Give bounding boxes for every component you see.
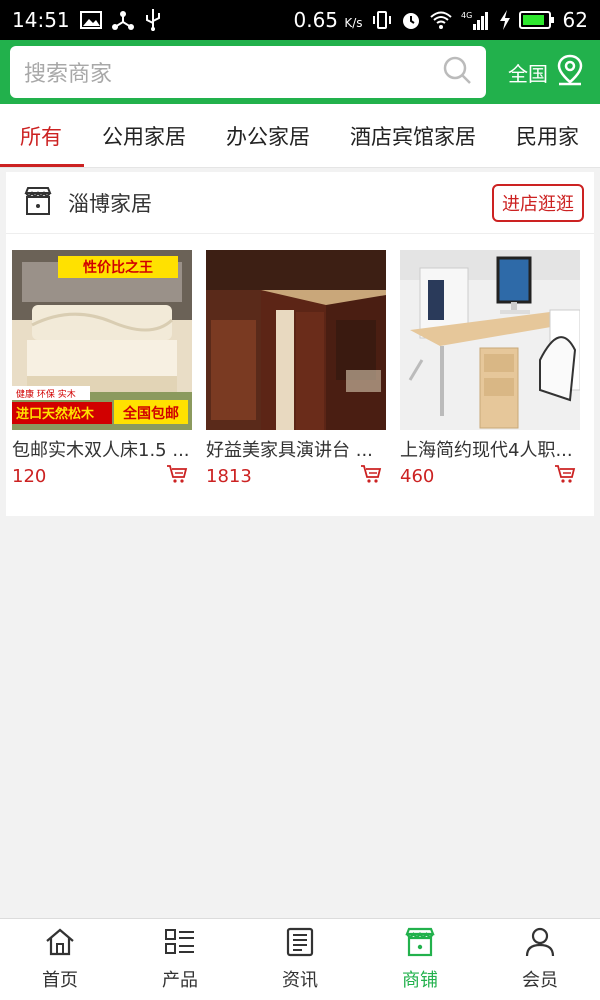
product-price: 460 [400, 465, 435, 487]
app-header: 搜索商家 全国 [0, 40, 600, 104]
store-icon [22, 185, 54, 221]
product-name: 上海简约现代4人职... [400, 440, 573, 461]
nav-products[interactable]: 产品 [120, 919, 240, 1000]
product-name: 包邮实木双人床1.5 ... [12, 440, 190, 461]
nav-shops[interactable]: 商铺 [360, 919, 480, 1000]
region-label: 全国 [508, 61, 548, 86]
add-to-cart-icon[interactable] [554, 464, 576, 488]
search-placeholder: 搜索商家 [24, 62, 113, 87]
user-icon [524, 927, 556, 962]
wifi-icon [429, 10, 453, 30]
product-name: 好益美家具演讲台 ... [206, 440, 373, 461]
search-input[interactable]: 搜索商家 [10, 46, 486, 98]
svg-text:进口天然松木: 进口天然松木 [16, 406, 95, 422]
add-to-cart-icon[interactable] [166, 464, 188, 488]
location-pin-icon [556, 54, 584, 91]
battery-level: 62 [562, 8, 588, 32]
status-time: 14:51 [12, 8, 70, 32]
product-image-bed[interactable]: 性价比之王 健康 环保 实木 进口天然松木 全国包邮 [12, 250, 192, 430]
tab-all[interactable]: 所有 [0, 104, 84, 167]
product-card[interactable]: 好益美家具演讲台 ... 1813 [206, 250, 386, 488]
nav-member[interactable]: 会员 [480, 919, 600, 1000]
product-image-podium[interactable] [206, 250, 386, 430]
region-selector[interactable]: 全国 [508, 54, 590, 91]
shop-icon [404, 927, 436, 962]
status-bar: 14:51 0.65 K/s 4G 62 [0, 0, 600, 40]
category-tabs: 所有 公用家居 办公家居 酒店宾馆家居 民用家 [0, 104, 600, 168]
product-price: 1813 [206, 465, 252, 487]
nav-news[interactable]: 资讯 [240, 919, 360, 1000]
tab-public-furniture[interactable]: 公用家居 [82, 104, 206, 167]
nav-home-label: 首页 [42, 970, 78, 991]
shop-header: 淄博家居 进店逛逛 [6, 172, 594, 234]
charging-icon [499, 10, 511, 30]
image-icon [79, 11, 102, 29]
nav-news-label: 资讯 [282, 970, 318, 991]
usb-icon [144, 9, 162, 31]
svg-text:健康 环保 实木: 健康 环保 实木 [16, 388, 76, 400]
nav-shops-label: 商铺 [402, 970, 438, 991]
bottom-nav: 首页 产品 资讯 商铺 会员 [0, 918, 600, 1000]
tab-home-furniture[interactable]: 民用家 [496, 104, 599, 167]
svg-text:全国包邮: 全国包邮 [122, 405, 179, 422]
product-image-desk[interactable] [400, 250, 580, 430]
product-price: 120 [12, 465, 47, 487]
product-card[interactable]: 上海简约现代4人职... 460 [400, 250, 580, 488]
nav-products-label: 产品 [162, 970, 198, 991]
alarm-icon [401, 10, 421, 30]
vibrate-icon [371, 10, 393, 30]
tab-hotel-furniture[interactable]: 酒店宾馆家居 [330, 104, 496, 167]
signal-icon: 4G [461, 10, 491, 30]
add-to-cart-icon[interactable] [360, 464, 382, 488]
shop-card: 淄博家居 进店逛逛 性价比之王 健康 环保 实木 进口天然松木 全国包邮 包邮实… [6, 172, 594, 516]
shop-name: 淄博家居 [68, 191, 152, 216]
home-icon [44, 927, 76, 962]
svg-text:4G: 4G [461, 11, 472, 20]
tab-office-furniture[interactable]: 办公家居 [206, 104, 330, 167]
nav-member-label: 会员 [522, 970, 558, 991]
visit-store-button[interactable]: 进店逛逛 [492, 183, 584, 222]
search-icon[interactable] [442, 55, 472, 89]
list-icon [164, 927, 196, 962]
net-speed: 0.65 K/s [293, 8, 363, 32]
battery-icon [518, 10, 555, 30]
news-icon [284, 927, 316, 962]
svg-text:性价比之王: 性价比之王 [83, 259, 153, 276]
share-icon [111, 10, 134, 30]
nav-home[interactable]: 首页 [0, 919, 120, 1000]
product-card[interactable]: 性价比之王 健康 环保 实木 进口天然松木 全国包邮 包邮实木双人床1.5 ..… [12, 250, 192, 488]
product-list: 性价比之王 健康 环保 实木 进口天然松木 全国包邮 包邮实木双人床1.5 ..… [6, 234, 594, 488]
